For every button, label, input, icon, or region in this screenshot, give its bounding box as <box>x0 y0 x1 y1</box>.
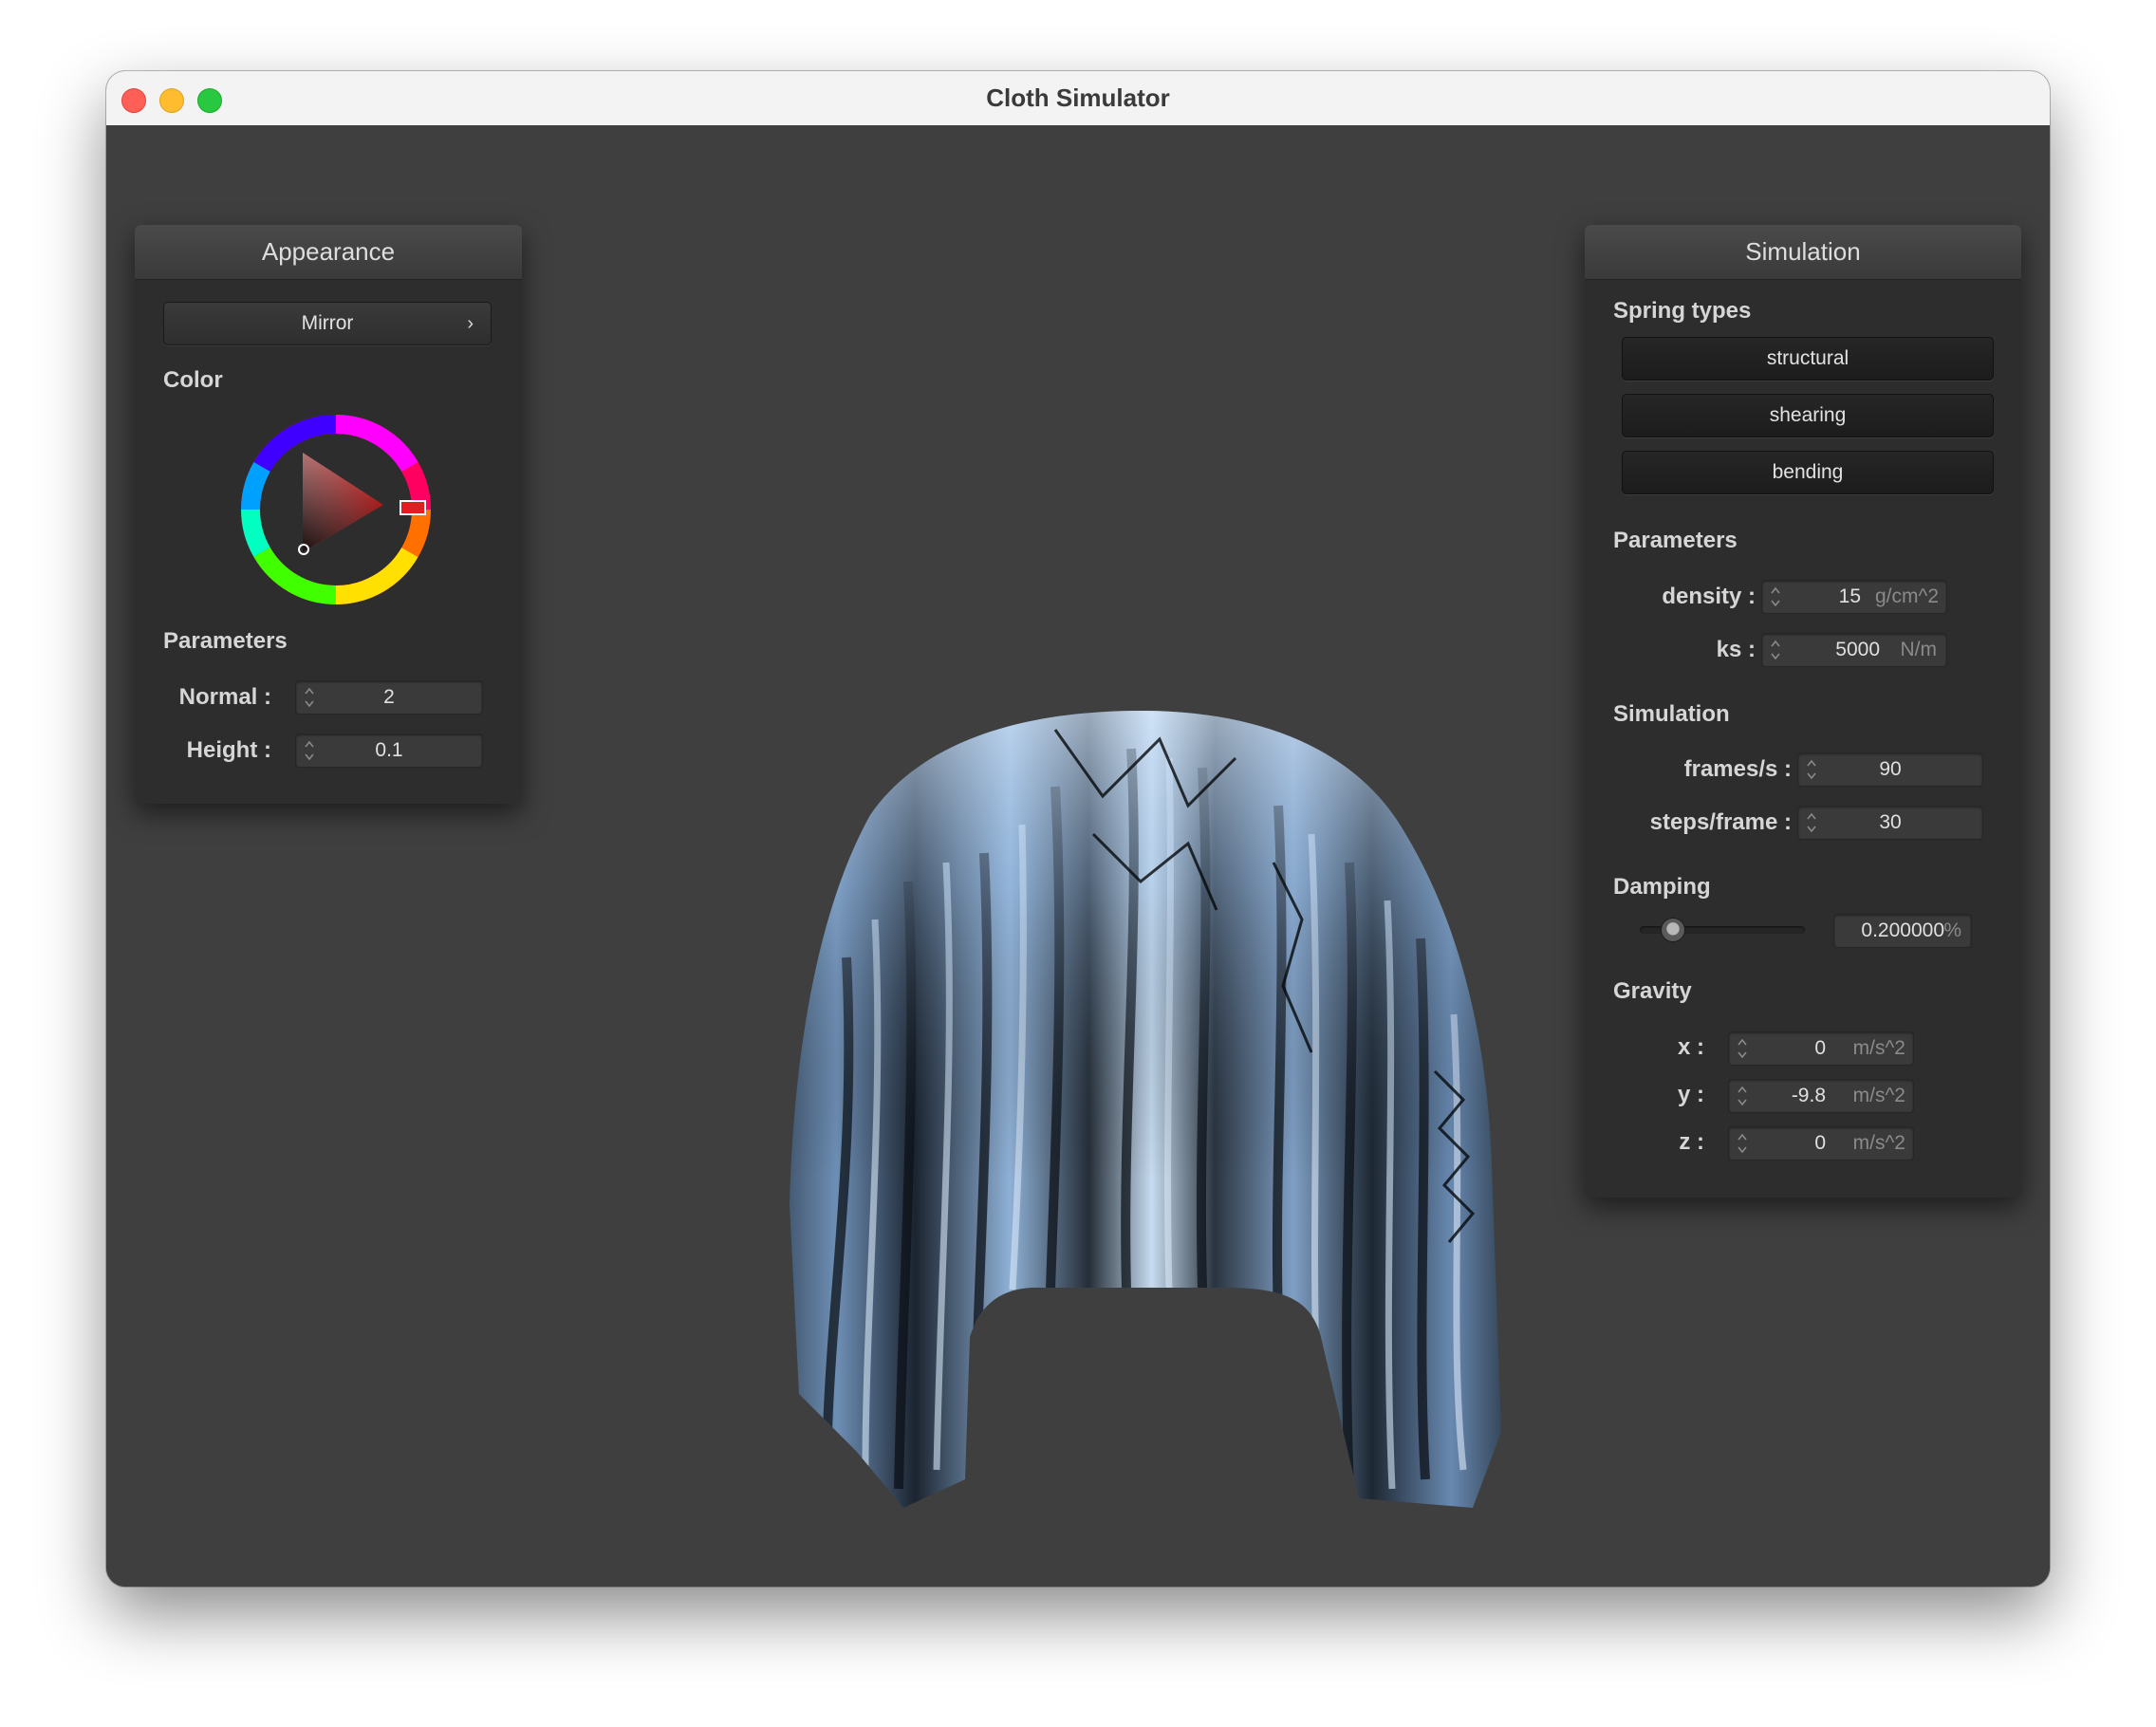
stepper-arrows-icon[interactable] <box>1770 583 1781 611</box>
gravity-z-label: z : <box>1679 1129 1704 1155</box>
stepper-arrows-icon[interactable] <box>1737 1082 1748 1110</box>
height-value: 0.1 <box>375 739 403 761</box>
spring-types-label: Spring types <box>1613 298 1752 324</box>
gravity-y-value: -9.8 <box>1791 1085 1826 1106</box>
density-unit: g/cm^2 <box>1874 585 1939 607</box>
shearing-spring-toggle[interactable]: shearing <box>1622 394 1994 437</box>
gravity-x-input[interactable]: 0 m/s^2 <box>1728 1031 1914 1066</box>
simulation-panel: Simulation Spring types structural shear… <box>1585 225 2021 1198</box>
hue-marker[interactable] <box>400 500 426 515</box>
appearance-panel: Appearance Mirror › Color Parameters Nor… <box>135 225 522 804</box>
steps-per-frame-value: 30 <box>1879 811 1902 833</box>
gravity-y-input[interactable]: -9.8 m/s^2 <box>1728 1079 1914 1113</box>
chevron-right-icon: › <box>467 313 474 334</box>
damping-value: 0.200000 <box>1861 919 1944 941</box>
structural-spring-toggle[interactable]: structural <box>1622 337 1994 381</box>
bending-spring-toggle[interactable]: bending <box>1622 451 1994 494</box>
material-select-button[interactable]: Mirror › <box>163 302 492 345</box>
simulation-panel-header[interactable]: Simulation <box>1585 225 2021 280</box>
gravity-label: Gravity <box>1613 978 1692 1004</box>
ks-value: 5000 <box>1835 639 1880 660</box>
3d-viewport[interactable]: Appearance Mirror › Color Parameters Nor… <box>106 125 2050 1587</box>
density-input[interactable]: 15 g/cm^2 <box>1761 580 1947 614</box>
app-window: Cloth Simulator Appearance Mirror › Colo… <box>106 71 2050 1587</box>
damping-unit: % <box>1943 919 1961 941</box>
frames-per-second-input[interactable]: 90 <box>1797 752 1983 787</box>
damping-input[interactable]: 0.200000 % <box>1833 914 1972 948</box>
color-wheel[interactable] <box>241 415 431 604</box>
ks-input[interactable]: 5000 N/m <box>1761 633 1947 667</box>
title-bar: Cloth Simulator <box>106 71 2050 126</box>
frames-per-second-label: frames/s : <box>1683 756 1792 782</box>
simulation-parameters-label: Parameters <box>1613 528 1738 553</box>
gravity-y-unit: m/s^2 <box>1852 1085 1905 1106</box>
cloth-render <box>790 711 1501 1508</box>
normal-input[interactable]: 2 <box>295 680 483 715</box>
steps-per-frame-label: steps/frame : <box>1649 809 1792 835</box>
frames-per-second-value: 90 <box>1879 758 1902 780</box>
gravity-x-unit: m/s^2 <box>1852 1037 1905 1059</box>
ks-label: ks : <box>1716 637 1756 662</box>
gravity-z-unit: m/s^2 <box>1852 1132 1905 1154</box>
gravity-x-label: x : <box>1677 1034 1704 1060</box>
gravity-x-value: 0 <box>1814 1037 1826 1059</box>
stepper-arrows-icon[interactable] <box>1737 1034 1748 1063</box>
normal-value: 2 <box>383 686 395 708</box>
appearance-parameters-label: Parameters <box>163 628 288 654</box>
height-input[interactable]: 0.1 <box>295 734 483 768</box>
density-label: density : <box>1662 584 1756 609</box>
steps-per-frame-input[interactable]: 30 <box>1797 806 1983 840</box>
color-section-label: Color <box>163 367 223 393</box>
material-select-label: Mirror <box>301 312 354 334</box>
ks-unit: N/m <box>1900 639 1938 660</box>
density-value: 15 <box>1838 585 1861 607</box>
gravity-z-input[interactable]: 0 m/s^2 <box>1728 1126 1914 1161</box>
height-label: Height : <box>186 737 271 763</box>
gravity-y-label: y : <box>1677 1082 1704 1107</box>
stepper-arrows-icon[interactable] <box>1770 636 1781 664</box>
appearance-panel-header[interactable]: Appearance <box>135 225 522 280</box>
damping-label: Damping <box>1613 874 1711 900</box>
gravity-z-value: 0 <box>1814 1132 1826 1154</box>
damping-slider-knob[interactable] <box>1660 918 1685 942</box>
normal-label: Normal : <box>178 684 271 710</box>
window-title: Cloth Simulator <box>986 84 1170 112</box>
stepper-arrows-icon[interactable] <box>1737 1129 1748 1158</box>
simulation-rate-label: Simulation <box>1613 701 1730 727</box>
